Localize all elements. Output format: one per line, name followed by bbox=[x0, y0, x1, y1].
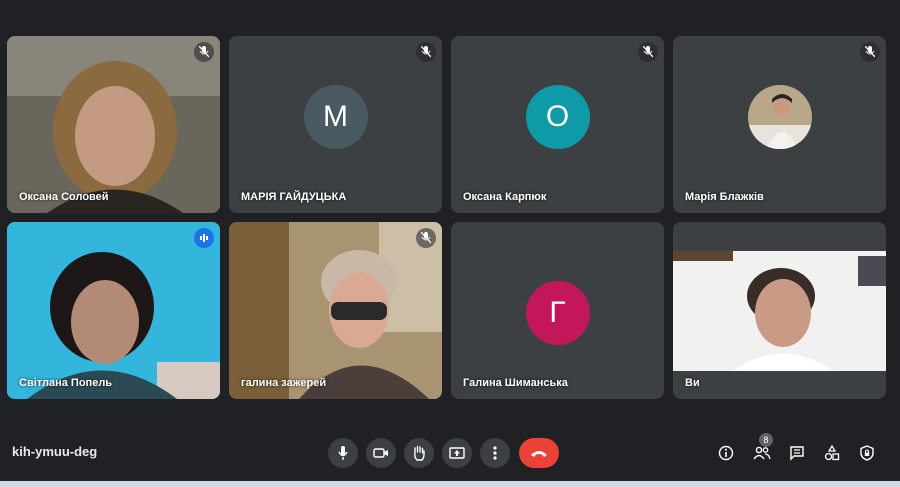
more-options-button[interactable] bbox=[480, 438, 510, 468]
chat-button[interactable] bbox=[784, 440, 810, 466]
avatar: Г bbox=[525, 280, 590, 345]
leave-call-button[interactable] bbox=[519, 438, 559, 468]
participant-tile-oksana-karpiuk[interactable]: O Оксана Карпюк bbox=[451, 36, 664, 213]
host-controls-button[interactable] bbox=[854, 440, 880, 466]
activities-icon bbox=[824, 445, 840, 461]
mic-off-icon bbox=[416, 42, 436, 62]
meeting-code: kih-ymuu-deg bbox=[12, 444, 98, 459]
camera-button[interactable] bbox=[366, 438, 396, 468]
participant-name: Марія Блажків bbox=[685, 191, 764, 203]
participant-name: Галина Шиманська bbox=[463, 377, 568, 389]
participant-video bbox=[7, 36, 220, 213]
participant-video bbox=[673, 251, 886, 371]
present-icon bbox=[449, 446, 465, 459]
present-screen-button[interactable] bbox=[442, 438, 472, 468]
host-controls-icon bbox=[860, 445, 874, 461]
microphone-button[interactable] bbox=[328, 438, 358, 468]
chat-icon bbox=[790, 446, 804, 461]
participant-name: Оксана Карпюк bbox=[463, 191, 547, 203]
participant-tile-you[interactable]: Ви bbox=[673, 222, 886, 399]
avatar: M bbox=[303, 84, 368, 149]
avatar bbox=[747, 84, 812, 149]
activities-button[interactable] bbox=[819, 440, 845, 466]
participant-tile-mariia-blazhkiv[interactable]: Марія Блажків bbox=[673, 36, 886, 213]
participant-tile-svitlana-popel[interactable]: Світлана Попель bbox=[7, 222, 220, 399]
info-icon bbox=[718, 445, 734, 461]
participant-tile-mariia-haidutska[interactable]: M МАРІЯ ГАЙДУЦЬКА bbox=[229, 36, 442, 213]
participant-name: Оксана Соловей bbox=[19, 191, 109, 203]
participant-name: Ви bbox=[685, 377, 700, 389]
mic-off-icon bbox=[860, 42, 880, 62]
participant-count-badge: 8 bbox=[759, 433, 773, 447]
participant-tile-halyna-zazherei[interactable]: галина зажерей bbox=[229, 222, 442, 399]
participant-video bbox=[229, 222, 442, 399]
participant-video bbox=[7, 222, 220, 399]
people-button[interactable]: 8 bbox=[749, 433, 775, 466]
mic-off-icon bbox=[194, 42, 214, 62]
avatar: O bbox=[525, 84, 590, 149]
people-icon bbox=[753, 446, 771, 460]
end-call-icon bbox=[531, 450, 547, 457]
mic-icon bbox=[338, 446, 348, 460]
participant-tile-halyna-shymanska[interactable]: Г Галина Шиманська bbox=[451, 222, 664, 399]
taskbar-strip bbox=[0, 481, 900, 487]
mic-off-icon bbox=[416, 228, 436, 248]
speaking-indicator-icon bbox=[194, 228, 214, 248]
hand-icon bbox=[414, 445, 425, 461]
participant-name: галина зажерей bbox=[241, 377, 327, 389]
raise-hand-button[interactable] bbox=[404, 438, 434, 468]
participant-tile-oksana-solovei[interactable]: Оксана Соловей bbox=[7, 36, 220, 213]
mic-off-icon bbox=[638, 42, 658, 62]
camera-icon bbox=[373, 448, 388, 458]
control-bar: kih-ymuu-deg 8 bbox=[0, 430, 900, 478]
meeting-details-button[interactable] bbox=[713, 440, 739, 466]
more-icon bbox=[493, 446, 497, 460]
participant-name: МАРІЯ ГАЙДУЦЬКА bbox=[241, 191, 347, 203]
participant-name: Світлана Попель bbox=[19, 377, 113, 389]
